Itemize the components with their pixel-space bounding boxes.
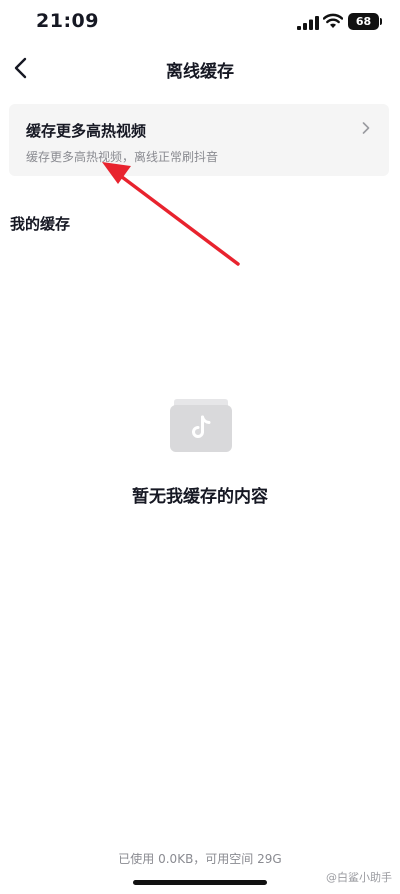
- watermark: @白鲨小助手: [326, 871, 392, 884]
- storage-info: 已使用 0.0KB，可用空间 29G: [118, 852, 282, 866]
- my-cache-label: 我的缓存: [10, 215, 71, 233]
- cache-more-videos-card[interactable]: 缓存更多高热视频 缓存更多高热视频，离线正常刷抖音: [9, 104, 389, 176]
- nav-bar: 离线缓存: [0, 46, 400, 90]
- battery-icon: 68: [348, 13, 379, 30]
- status-time: 21:09: [36, 10, 99, 32]
- home-indicator: [133, 880, 267, 885]
- chevron-right-icon: [362, 122, 370, 134]
- folder-tiktok-icon: [170, 399, 232, 452]
- page-title: 离线缓存: [166, 62, 234, 82]
- battery-cap: [380, 18, 382, 25]
- promo-title: 缓存更多高热视频: [26, 122, 147, 140]
- status-bar: 21:09 68: [0, 0, 400, 46]
- wifi-icon: [323, 13, 343, 28]
- promo-subtitle: 缓存更多高热视频，离线正常刷抖音: [26, 150, 219, 164]
- battery-level: 68: [355, 15, 372, 28]
- empty-state-text: 暂无我缓存的内容: [132, 487, 268, 507]
- chevron-left-icon[interactable]: [8, 54, 36, 82]
- signal-icon: [297, 16, 319, 30]
